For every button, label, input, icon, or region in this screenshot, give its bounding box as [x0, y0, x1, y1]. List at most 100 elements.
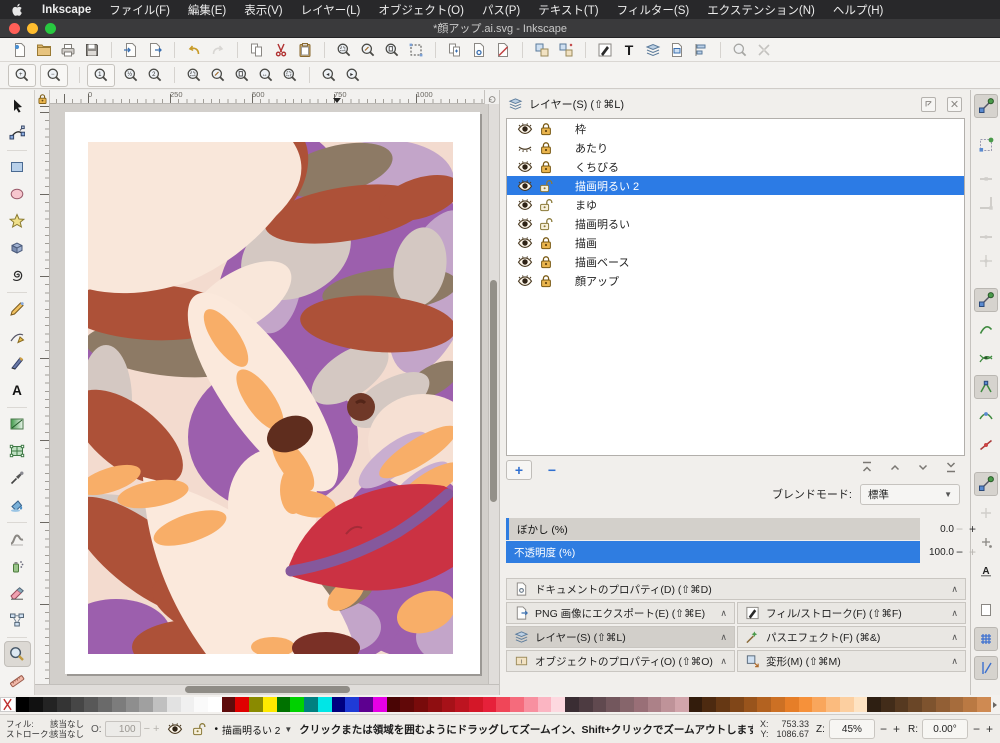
- spray-tool[interactable]: [4, 553, 31, 579]
- box-3d-tool[interactable]: [4, 235, 31, 261]
- tweak-tool[interactable]: [4, 526, 31, 552]
- zoom-page-button[interactable]: [380, 39, 404, 60]
- layer-row[interactable]: 描画明るい: [507, 214, 964, 233]
- zoom-drawing-button[interactable]: [206, 65, 230, 86]
- selection-frame-button[interactable]: [404, 39, 428, 60]
- visibility-on-icon[interactable]: [517, 159, 533, 175]
- palette-scroll-arrow[interactable]: [991, 697, 1000, 712]
- zoom-2-1-button[interactable]: 2: [143, 65, 167, 86]
- zoom-1-2-button[interactable]: ½: [119, 65, 143, 86]
- snap-bbox-centers-button[interactable]: [974, 249, 998, 273]
- menu-item[interactable]: ヘルプ(H): [833, 2, 883, 18]
- layer-row[interactable]: くちびる: [507, 157, 964, 176]
- palette-swatch[interactable]: [648, 697, 662, 712]
- palette-swatch[interactable]: [345, 697, 359, 712]
- palette-swatch[interactable]: [112, 697, 126, 712]
- snap-grids-button[interactable]: [974, 627, 998, 651]
- minimize-window-button[interactable]: [27, 23, 38, 34]
- menu-item[interactable]: ファイル(F): [109, 2, 170, 18]
- layer-visibility-toggle[interactable]: [166, 721, 183, 738]
- snap-rotation-centers-button[interactable]: [974, 501, 998, 525]
- app-name[interactable]: Inkscape: [42, 4, 91, 16]
- palette-swatch[interactable]: [222, 697, 236, 712]
- layer-row[interactable]: 描画明るい 2: [507, 176, 964, 195]
- palette-swatch[interactable]: [29, 697, 43, 712]
- print-button[interactable]: [56, 39, 80, 60]
- snap-bbox-edge-midpoints-button[interactable]: [974, 220, 998, 244]
- import-button[interactable]: [119, 39, 143, 60]
- palette-swatch[interactable]: [496, 697, 510, 712]
- palette-swatch[interactable]: [579, 697, 593, 712]
- menu-item[interactable]: フィルター(S): [617, 2, 690, 18]
- lock-closed-icon[interactable]: [538, 159, 554, 175]
- clone-button[interactable]: [467, 39, 491, 60]
- palette-swatch[interactable]: [950, 697, 964, 712]
- snap-page-border-button[interactable]: [974, 598, 998, 622]
- ellipse-tool[interactable]: [4, 181, 31, 207]
- lower-layer-button[interactable]: [914, 458, 932, 476]
- pencil-tool[interactable]: [4, 296, 31, 322]
- palette-swatch[interactable]: [290, 697, 304, 712]
- lock-closed-icon[interactable]: [538, 140, 554, 156]
- palette-swatch[interactable]: [620, 697, 634, 712]
- snap-line-midpoints-button[interactable]: [974, 433, 998, 457]
- ruler-lock-icon[interactable]: [35, 90, 50, 105]
- raise-layer-button[interactable]: [886, 458, 904, 476]
- panel-header[interactable]: フィル/ストローク(F) (⇧⌘F) ∧: [737, 602, 966, 624]
- zoom-out-button[interactable]: −: [40, 64, 68, 87]
- ungroup-button[interactable]: [554, 39, 578, 60]
- copy-button[interactable]: [245, 39, 269, 60]
- visibility-on-icon[interactable]: [517, 216, 533, 232]
- rotation-increment-button[interactable]: +: [986, 722, 993, 736]
- palette-swatch[interactable]: [744, 697, 758, 712]
- palette-swatch[interactable]: [71, 697, 85, 712]
- palette-swatch[interactable]: [483, 697, 497, 712]
- text-tool[interactable]: A: [4, 377, 31, 403]
- palette-swatch[interactable]: [840, 697, 854, 712]
- selector-tool[interactable]: [4, 93, 31, 119]
- visibility-on-icon[interactable]: [517, 121, 533, 137]
- node-editor-tool[interactable]: [4, 120, 31, 146]
- gradient-tool[interactable]: [4, 411, 31, 437]
- snap-to-paths-button[interactable]: [974, 317, 998, 341]
- zoom-selection-button[interactable]: [182, 65, 206, 86]
- palette-swatch[interactable]: [730, 697, 744, 712]
- palette-swatch[interactable]: [895, 697, 909, 712]
- zoom-1-1-button[interactable]: 1: [87, 64, 115, 87]
- connector-tool[interactable]: [4, 607, 31, 633]
- blur-slider[interactable]: ぼかし (%) 0.0 −+: [506, 518, 920, 540]
- lock-open-icon[interactable]: [538, 197, 554, 213]
- palette-swatch[interactable]: [277, 697, 291, 712]
- palette-swatch[interactable]: [538, 697, 552, 712]
- palette-swatch[interactable]: [524, 697, 538, 712]
- save-button[interactable]: [80, 39, 104, 60]
- unlink-clone-button[interactable]: [491, 39, 515, 60]
- raise-layer-to-top-button[interactable]: [858, 458, 876, 476]
- dropper-tool[interactable]: [4, 465, 31, 491]
- snap-smooth-nodes-button[interactable]: [974, 404, 998, 428]
- menu-item[interactable]: 表示(V): [244, 2, 282, 18]
- star-tool[interactable]: [4, 208, 31, 234]
- lock-closed-icon[interactable]: [538, 235, 554, 251]
- eraser-tool[interactable]: [4, 580, 31, 606]
- palette-swatch[interactable]: [208, 697, 222, 712]
- palette-swatch[interactable]: [153, 697, 167, 712]
- lock-closed-icon[interactable]: [538, 254, 554, 270]
- vertical-scrollbar[interactable]: [488, 104, 499, 684]
- snap-path-intersections-button[interactable]: [974, 346, 998, 370]
- palette-swatch[interactable]: [963, 697, 977, 712]
- layer-lock-toggle[interactable]: [190, 721, 207, 738]
- layer-row[interactable]: 描画: [507, 233, 964, 252]
- snap-object-centers-button[interactable]: [974, 472, 998, 496]
- measure-tool[interactable]: [4, 668, 31, 694]
- palette-swatch[interactable]: [565, 697, 579, 712]
- zoom-value-field[interactable]: 45%: [829, 719, 875, 739]
- opacity-slider[interactable]: 不透明度 (%) 100.0 −+: [506, 541, 920, 563]
- menu-item[interactable]: テキスト(T): [538, 2, 598, 18]
- zoom-drawing-button[interactable]: [356, 39, 380, 60]
- mesh-gradient-tool[interactable]: [4, 438, 31, 464]
- detach-panel-button[interactable]: [921, 97, 936, 112]
- snap-guides-button[interactable]: [974, 656, 998, 680]
- apple-menu-icon[interactable]: [12, 3, 28, 17]
- palette-swatch[interactable]: [881, 697, 895, 712]
